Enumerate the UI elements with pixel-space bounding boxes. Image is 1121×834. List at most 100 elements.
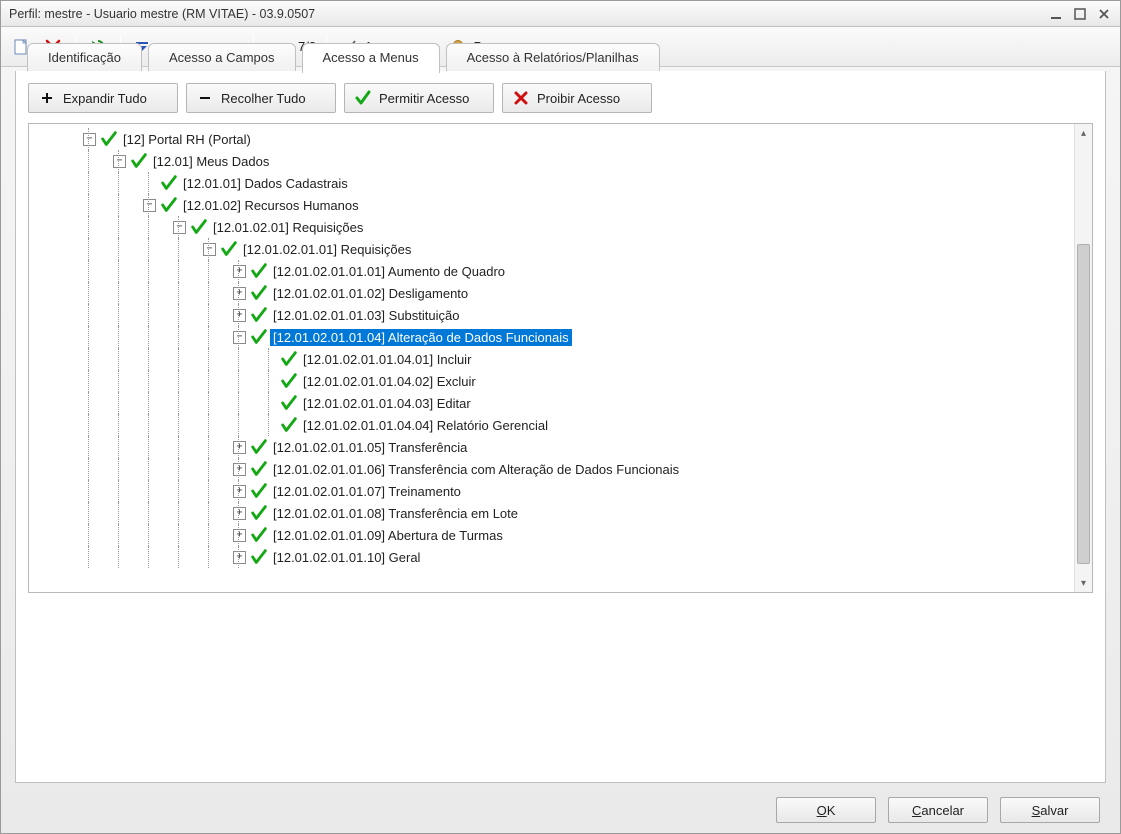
collapse-icon[interactable]: − bbox=[143, 199, 156, 212]
tab-label: Acesso a Campos bbox=[169, 50, 275, 65]
allowed-check-icon bbox=[220, 240, 238, 258]
tree-node[interactable]: [12.01.02.01.01.04.01] Incluir bbox=[33, 348, 1074, 370]
allowed-check-icon bbox=[250, 438, 268, 456]
tree-node-label: [12.01.02.01.01.03] Substituição bbox=[270, 307, 462, 324]
collapse-icon[interactable]: − bbox=[203, 243, 216, 256]
tree-node-label: [12.01.02.01.01.06] Transferência com Al… bbox=[270, 461, 682, 478]
allowed-check-icon bbox=[280, 394, 298, 412]
allowed-check-icon bbox=[100, 130, 118, 148]
tree-node[interactable]: −[12.01.02.01] Requisições bbox=[33, 216, 1074, 238]
tab-acesso-campos[interactable]: Acesso a Campos bbox=[148, 43, 296, 72]
no-children-icon bbox=[263, 353, 276, 366]
close-button[interactable] bbox=[1092, 5, 1116, 23]
tab-label: Acesso a Menus bbox=[323, 50, 419, 65]
titlebar: Perfil: mestre - Usuario mestre (RM VITA… bbox=[1, 1, 1120, 27]
collapse-icon[interactable]: − bbox=[233, 331, 246, 344]
deny-access-button[interactable]: Proibir Acesso bbox=[502, 83, 652, 113]
expand-icon[interactable]: + bbox=[233, 485, 246, 498]
tree-node[interactable]: [12.01.02.01.01.04.04] Relatório Gerenci… bbox=[33, 414, 1074, 436]
expand-icon[interactable]: + bbox=[233, 463, 246, 476]
tree-node[interactable]: − [12] Portal RH (Portal) bbox=[33, 128, 1074, 150]
vertical-scrollbar[interactable]: ▴ ▾ bbox=[1074, 124, 1092, 592]
tree-node[interactable]: + [12.01.02.01.01.02] Desligamento bbox=[33, 282, 1074, 304]
allowed-check-icon bbox=[130, 152, 148, 170]
save-button[interactable]: Salvar bbox=[1000, 797, 1100, 823]
scroll-up-arrow-icon[interactable]: ▴ bbox=[1075, 124, 1092, 142]
button-label: Proibir Acesso bbox=[537, 91, 620, 106]
allowed-check-icon bbox=[250, 548, 268, 566]
minimize-button[interactable] bbox=[1044, 5, 1068, 23]
tree-node[interactable]: −[12.01.02] Recursos Humanos bbox=[33, 194, 1074, 216]
allowed-check-icon bbox=[160, 174, 178, 192]
button-label: Expandir Tudo bbox=[63, 91, 147, 106]
allowed-check-icon bbox=[280, 416, 298, 434]
no-children-icon bbox=[263, 375, 276, 388]
expand-icon[interactable]: + bbox=[233, 265, 246, 278]
tree-node-label: [12.01.01] Dados Cadastrais bbox=[180, 175, 351, 192]
tree-node-label: [12.01.02.01.01] Requisições bbox=[240, 241, 414, 258]
tab-label: Acesso à Relatórios/Planilhas bbox=[467, 50, 639, 65]
cancel-button[interactable]: Cancelar bbox=[888, 797, 988, 823]
tree-node[interactable]: + [12.01.02.01.01.07] Treinamento bbox=[33, 480, 1074, 502]
tree-node[interactable]: [12.01.02.01.01.04.02] Excluir bbox=[33, 370, 1074, 392]
allow-access-button[interactable]: Permitir Acesso bbox=[344, 83, 494, 113]
expand-icon[interactable]: + bbox=[233, 441, 246, 454]
tree-node[interactable]: [12.01.01] Dados Cadastrais bbox=[33, 172, 1074, 194]
tab-acesso-menus[interactable]: Acesso a Menus bbox=[302, 43, 440, 73]
tree-node-label: [12.01.02.01.01.10] Geral bbox=[270, 549, 423, 566]
window-frame: Perfil: mestre - Usuario mestre (RM VITA… bbox=[0, 0, 1121, 834]
tree-node-label: [12.01.02.01.01.05] Transferência bbox=[270, 439, 470, 456]
tree-node-label: [12.01.02.01.01.04.01] Incluir bbox=[300, 351, 474, 368]
maximize-icon bbox=[1074, 8, 1086, 20]
button-label: Permitir Acesso bbox=[379, 91, 469, 106]
tree-node[interactable]: − [12.01.02.01.01] Requisições bbox=[33, 238, 1074, 260]
tree-node-label: [12.01.02.01.01.07] Treinamento bbox=[270, 483, 464, 500]
no-children-icon bbox=[263, 419, 276, 432]
allowed-check-icon bbox=[250, 460, 268, 478]
no-children-icon bbox=[143, 177, 156, 190]
maximize-button[interactable] bbox=[1068, 5, 1092, 23]
allowed-check-icon bbox=[190, 218, 208, 236]
dialog-footer: OK Cancelar Salvar bbox=[21, 797, 1100, 823]
scroll-down-arrow-icon[interactable]: ▾ bbox=[1075, 574, 1092, 592]
expand-icon[interactable]: + bbox=[233, 507, 246, 520]
tree-node[interactable]: +[12.01.02.01.01.09] Abertura de Turmas bbox=[33, 524, 1074, 546]
expand-all-button[interactable]: Expandir Tudo bbox=[28, 83, 178, 113]
tree-node[interactable]: −[12.01.02.01.01.04] Alteração de Dados … bbox=[33, 326, 1074, 348]
tree-node-label: [12] Portal RH (Portal) bbox=[120, 131, 254, 148]
expand-icon[interactable]: + bbox=[233, 551, 246, 564]
collapse-icon[interactable]: − bbox=[113, 155, 126, 168]
tab-label: Identificação bbox=[48, 50, 121, 65]
tree-node[interactable]: + [12.01.02.01.01.05] Transferência bbox=[33, 436, 1074, 458]
allowed-check-icon bbox=[280, 372, 298, 390]
check-green-icon bbox=[355, 90, 371, 106]
expand-icon[interactable]: + bbox=[233, 287, 246, 300]
tab-acesso-relatorios[interactable]: Acesso à Relatórios/Planilhas bbox=[446, 43, 660, 72]
collapse-icon[interactable]: − bbox=[173, 221, 186, 234]
scrollbar-thumb[interactable] bbox=[1077, 244, 1090, 564]
expand-icon[interactable]: + bbox=[233, 309, 246, 322]
tree-node[interactable]: + [12.01.02.01.01.06] Transferência com A… bbox=[33, 458, 1074, 480]
collapse-all-button[interactable]: Recolher Tudo bbox=[186, 83, 336, 113]
tree-node[interactable]: + [12.01.02.01.01.10] Geral bbox=[33, 546, 1074, 568]
close-icon bbox=[1098, 8, 1110, 20]
tree-node[interactable]: +[12.01.02.01.01.01] Aumento de Quadro bbox=[33, 260, 1074, 282]
tab-identificacao[interactable]: Identificação bbox=[27, 43, 142, 72]
tree-node-label: [12.01.02.01.01.04.03] Editar bbox=[300, 395, 474, 412]
tree-node-label: [12.01.02.01.01.04.02] Excluir bbox=[300, 373, 479, 390]
tree-node[interactable]: − [12.01] Meus Dados bbox=[33, 150, 1074, 172]
expand-icon[interactable]: + bbox=[233, 529, 246, 542]
allowed-check-icon bbox=[250, 262, 268, 280]
allowed-check-icon bbox=[160, 196, 178, 214]
tree-node-label: [12.01] Meus Dados bbox=[150, 153, 272, 170]
x-red-icon bbox=[513, 90, 529, 106]
allowed-check-icon bbox=[250, 482, 268, 500]
tree-node-label: [12.01.02.01.01.02] Desligamento bbox=[270, 285, 471, 302]
ok-button[interactable]: OK bbox=[776, 797, 876, 823]
tree-node[interactable]: + [12.01.02.01.01.03] Substituição bbox=[33, 304, 1074, 326]
tree-node[interactable]: [12.01.02.01.01.04.03] Editar bbox=[33, 392, 1074, 414]
allowed-check-icon bbox=[250, 526, 268, 544]
tree-view[interactable]: − [12] Portal RH (Portal) − [12.01] Meus Da… bbox=[28, 123, 1093, 593]
collapse-icon[interactable]: − bbox=[83, 133, 96, 146]
tree-node[interactable]: +[12.01.02.01.01.08] Transferência em Lo… bbox=[33, 502, 1074, 524]
